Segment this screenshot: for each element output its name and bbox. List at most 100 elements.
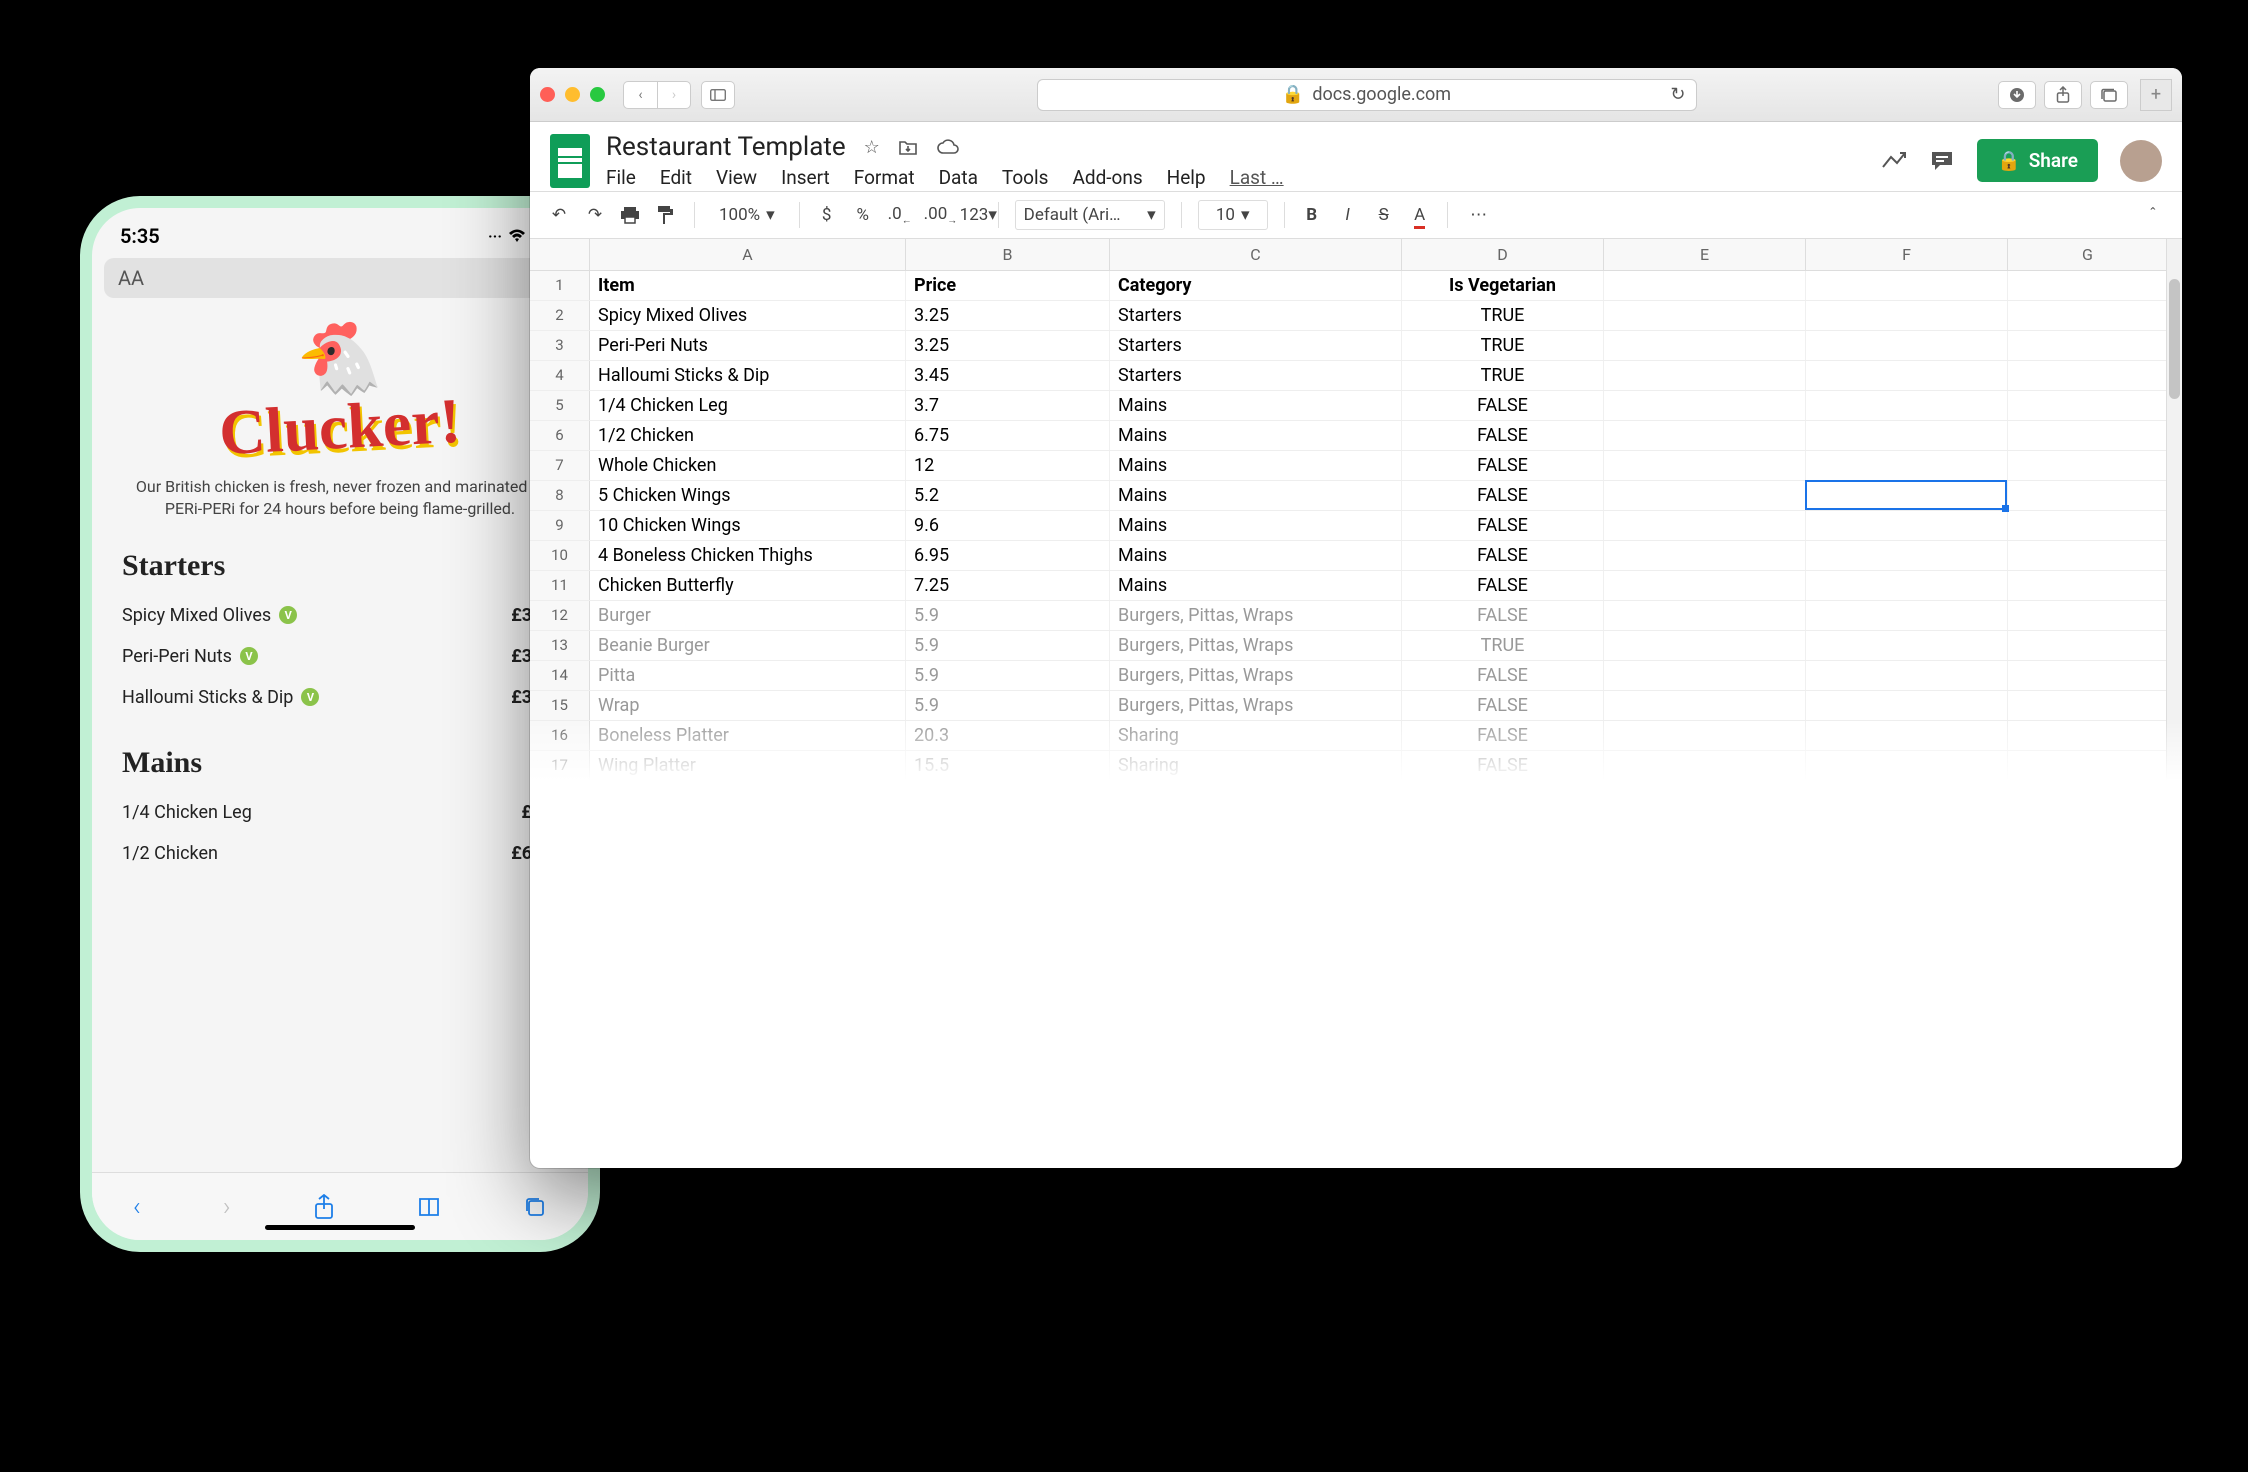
col-header[interactable]: F <box>1806 239 2008 270</box>
table-header-row[interactable]: 1ItemPriceCategoryIs Vegetarian <box>530 271 2182 301</box>
col-header[interactable]: A <box>590 239 906 270</box>
cell[interactable] <box>1604 601 1806 630</box>
undo-icon[interactable]: ↶ <box>548 205 570 225</box>
cell[interactable]: 3.25 <box>906 331 1110 360</box>
paint-format-icon[interactable] <box>656 205 678 225</box>
cell[interactable]: Mains <box>1110 541 1402 570</box>
cell[interactable] <box>2008 691 2168 720</box>
cell[interactable] <box>1604 421 1806 450</box>
col-header[interactable]: E <box>1604 239 1806 270</box>
cell[interactable] <box>1806 481 2008 510</box>
cell[interactable]: 5.2 <box>906 481 1110 510</box>
star-icon[interactable]: ☆ <box>864 137 880 158</box>
share-button[interactable] <box>2044 81 2082 109</box>
row-header[interactable]: 13 <box>530 631 590 660</box>
cell[interactable] <box>1604 331 1806 360</box>
reload-icon[interactable]: ↻ <box>1670 84 1685 105</box>
last-edit-link[interactable]: Last … <box>1230 166 1284 189</box>
row-header[interactable]: 4 <box>530 361 590 390</box>
cell[interactable] <box>2008 331 2168 360</box>
bold-icon[interactable]: B <box>1301 205 1323 225</box>
cell[interactable]: Chicken Butterfly <box>590 571 906 600</box>
menu-edit[interactable]: Edit <box>660 166 692 189</box>
currency-icon[interactable]: $ <box>816 205 838 225</box>
cell[interactable] <box>1806 511 2008 540</box>
cell[interactable]: 6.95 <box>906 541 1110 570</box>
cell[interactable] <box>1806 661 2008 690</box>
cell[interactable] <box>1806 391 2008 420</box>
home-indicator[interactable] <box>265 1225 415 1230</box>
cell[interactable] <box>1604 511 1806 540</box>
close-window-button[interactable] <box>540 87 555 102</box>
back-icon[interactable]: ‹ <box>133 1192 141 1222</box>
cell[interactable] <box>1604 541 1806 570</box>
cell[interactable]: Peri-Peri Nuts <box>590 331 906 360</box>
row-header[interactable]: 6 <box>530 421 590 450</box>
col-header[interactable]: G <box>2008 239 2168 270</box>
cell[interactable] <box>1806 601 2008 630</box>
cell[interactable]: Burgers, Pittas, Wraps <box>1110 661 1402 690</box>
cell[interactable]: Mains <box>1110 391 1402 420</box>
address-bar[interactable]: 🔒 docs.google.com ↻ <box>1037 79 1697 111</box>
cell[interactable]: TRUE <box>1402 331 1604 360</box>
decrease-decimal-icon[interactable]: .0← <box>888 204 910 226</box>
nav-forward-button[interactable]: › <box>657 81 691 109</box>
cell[interactable]: FALSE <box>1402 421 1604 450</box>
minimize-window-button[interactable] <box>565 87 580 102</box>
cell[interactable]: Pitta <box>590 661 906 690</box>
cell[interactable] <box>1806 721 2008 750</box>
user-avatar[interactable] <box>2120 140 2162 182</box>
sheets-app-icon[interactable] <box>550 134 590 188</box>
cell[interactable]: 12 <box>906 451 1110 480</box>
col-header[interactable]: D <box>1402 239 1604 270</box>
cloud-status-icon[interactable] <box>936 139 960 155</box>
cell[interactable]: 5 Chicken Wings <box>590 481 906 510</box>
row-header[interactable]: 9 <box>530 511 590 540</box>
cell[interactable]: FALSE <box>1402 601 1604 630</box>
cell[interactable]: Starters <box>1110 301 1402 330</box>
select-all-corner[interactable] <box>530 239 590 270</box>
reader-mode-icon[interactable]: AA <box>118 266 144 290</box>
redo-icon[interactable]: ↷ <box>584 205 606 225</box>
cell[interactable]: Spicy Mixed Olives <box>590 301 906 330</box>
table-row[interactable]: 17Wing Platter15.5SharingFALSE <box>530 751 2182 781</box>
row-header[interactable]: 2 <box>530 301 590 330</box>
nav-back-button[interactable]: ‹ <box>623 81 657 109</box>
share-button[interactable]: 🔒 Share <box>1977 139 2098 182</box>
fullscreen-window-button[interactable] <box>590 87 605 102</box>
cell[interactable] <box>2008 571 2168 600</box>
cell[interactable] <box>2008 271 2168 300</box>
cell[interactable]: Wrap <box>590 691 906 720</box>
cell[interactable]: 5.9 <box>906 601 1110 630</box>
table-row[interactable]: 13Beanie Burger5.9Burgers, Pittas, Wraps… <box>530 631 2182 661</box>
menu-view[interactable]: View <box>716 166 757 189</box>
cell[interactable]: Mains <box>1110 481 1402 510</box>
cell[interactable]: Burger <box>590 601 906 630</box>
cell[interactable]: TRUE <box>1402 361 1604 390</box>
row-header[interactable]: 14 <box>530 661 590 690</box>
cell[interactable]: 5.9 <box>906 631 1110 660</box>
table-row[interactable]: 51/4 Chicken Leg3.7MainsFALSE <box>530 391 2182 421</box>
cell[interactable]: Price <box>906 271 1110 300</box>
cell[interactable] <box>1604 391 1806 420</box>
row-header[interactable]: 8 <box>530 481 590 510</box>
cell[interactable]: FALSE <box>1402 751 1604 780</box>
downloads-button[interactable] <box>1998 81 2036 109</box>
font-family-select[interactable]: Default (Ari…▾ <box>1015 200 1165 230</box>
cell[interactable] <box>1604 451 1806 480</box>
cell[interactable]: Mains <box>1110 571 1402 600</box>
cell[interactable]: FALSE <box>1402 691 1604 720</box>
row-header[interactable]: 15 <box>530 691 590 720</box>
forward-icon[interactable]: › <box>223 1192 231 1222</box>
cell[interactable]: Starters <box>1110 331 1402 360</box>
menu-data[interactable]: Data <box>939 166 978 189</box>
cell[interactable]: Burgers, Pittas, Wraps <box>1110 631 1402 660</box>
cell[interactable] <box>2008 451 2168 480</box>
text-color-icon[interactable]: A <box>1409 205 1431 225</box>
cell[interactable] <box>1604 721 1806 750</box>
cell[interactable] <box>2008 511 2168 540</box>
zoom-select[interactable]: 100% ▾ <box>711 201 783 229</box>
row-header[interactable]: 16 <box>530 721 590 750</box>
cell[interactable]: 3.7 <box>906 391 1110 420</box>
cell[interactable]: 3.25 <box>906 301 1110 330</box>
